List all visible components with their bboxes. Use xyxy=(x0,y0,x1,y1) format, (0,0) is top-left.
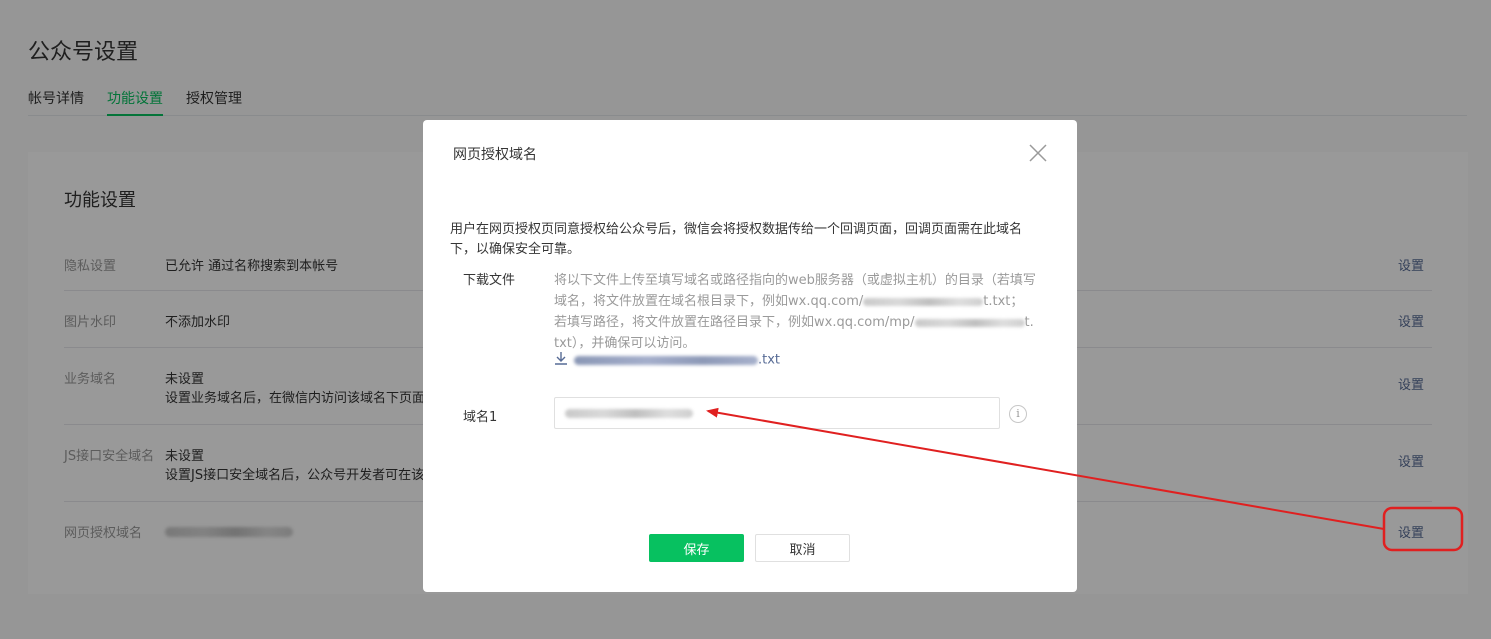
redacted-filename xyxy=(863,297,984,306)
redacted-filename xyxy=(914,318,1025,327)
download-label: 下载文件 xyxy=(463,273,516,288)
download-icon xyxy=(554,351,568,369)
info-icon[interactable]: i xyxy=(1009,405,1027,423)
close-icon[interactable] xyxy=(1027,142,1049,164)
download-file-link[interactable]: .txt xyxy=(554,351,780,369)
domain-label: 域名1 xyxy=(463,410,498,425)
save-button[interactable]: 保存 xyxy=(649,534,744,562)
dialog-description: 用户在网页授权页同意授权给公众号后，微信会将授权数据传给一个回调页面，回调页面需… xyxy=(450,222,1023,257)
domain-input[interactable] xyxy=(554,397,1000,429)
download-instructions: 将以下文件上传至填写域名或路径指向的web服务器（或虚拟主机）的目录（若填写域名… xyxy=(554,270,1036,354)
dialog-title: 网页授权域名 xyxy=(453,147,537,163)
cancel-button[interactable]: 取消 xyxy=(755,534,850,562)
redacted-domain-value xyxy=(565,408,693,418)
download-file-suffix: .txt xyxy=(758,352,781,368)
oauth-domain-dialog: 网页授权域名 用户在网页授权页同意授权给公众号后，微信会将授权数据传给一个回调页… xyxy=(423,120,1077,592)
redacted-filename xyxy=(574,355,758,365)
